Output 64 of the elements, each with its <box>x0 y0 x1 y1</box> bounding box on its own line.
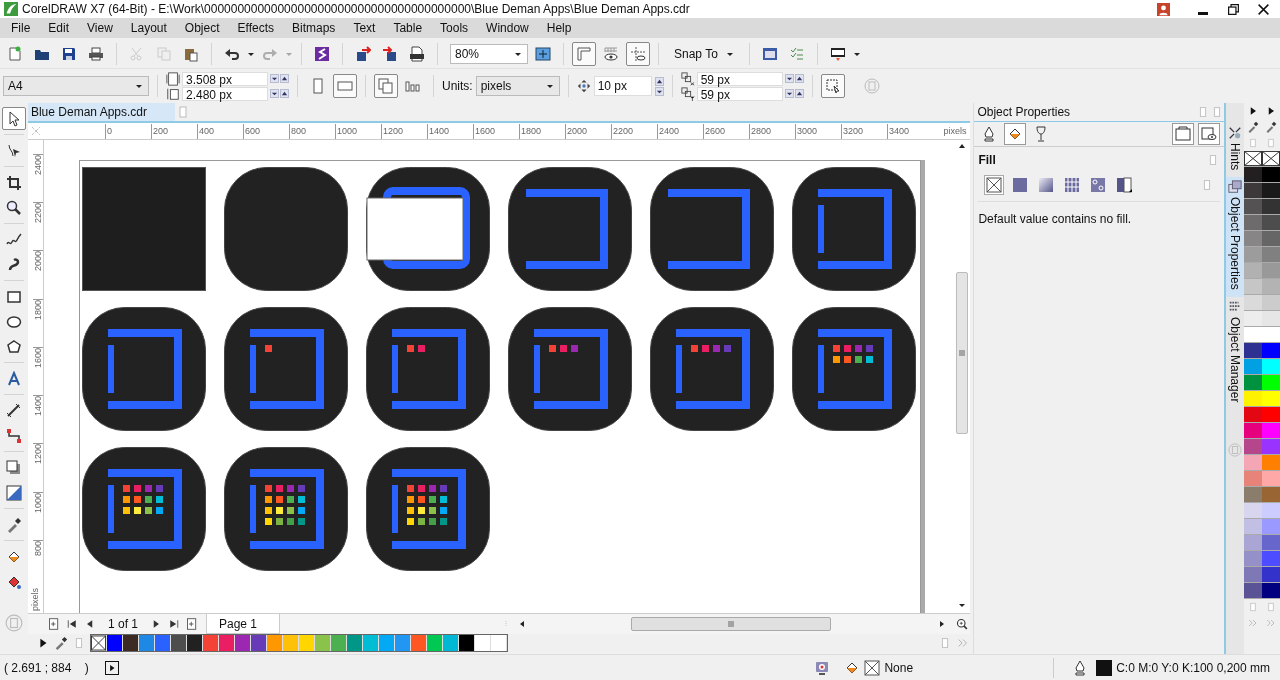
document-tab[interactable]: Blue Deman Apps.cdr <box>27 103 175 121</box>
docker-tab[interactable]: Object Properties <box>1226 177 1244 298</box>
ruler-label: 1000 <box>334 124 381 139</box>
menu-item[interactable]: Text <box>344 19 385 37</box>
width-field[interactable]: 3.508 px <box>182 71 268 86</box>
menu-item[interactable]: Bitmaps <box>283 19 345 37</box>
menu-item[interactable]: Object <box>175 19 229 37</box>
fill-message: Default value contains no fill. <box>977 211 1133 228</box>
page-tab[interactable]: Page 1 <box>206 614 281 634</box>
height-field[interactable]: 2.480 px <box>182 86 268 101</box>
menu-item[interactable]: File <box>2 19 40 37</box>
menu-item[interactable]: Tools <box>431 19 478 37</box>
nudge-field[interactable]: 10 px <box>593 76 652 96</box>
menu-item[interactable]: Help <box>537 19 581 37</box>
page-size-combo[interactable]: A4 <box>3 76 149 96</box>
ruler-label: 2000 <box>33 251 44 272</box>
menu-item[interactable]: Edit <box>39 19 79 37</box>
ruler-label: 600 <box>242 124 289 139</box>
ruler-label: 1200 <box>33 444 44 465</box>
ruler-label: 200 <box>150 124 197 139</box>
units-label: Units: <box>442 79 473 93</box>
ruler-label: 2400 <box>656 124 703 139</box>
ruler-label: 2200 <box>610 124 657 139</box>
ruler-label: 1200 <box>380 124 427 139</box>
ruler-label: 1800 <box>33 299 44 320</box>
outline-status: C:0 M:0 Y:0 K:100 0,200 mm <box>1116 660 1270 675</box>
ruler-label: 1400 <box>33 396 44 417</box>
ruler-label: 2400 <box>33 155 44 176</box>
menu-item[interactable]: Window <box>477 19 538 37</box>
ruler-label: 400 <box>196 124 243 139</box>
docker-tab[interactable]: Object Manager <box>1226 297 1244 410</box>
ruler-label: 1800 <box>518 124 565 139</box>
menu-item[interactable]: View <box>78 19 122 37</box>
ruler-label: 0 <box>104 124 151 139</box>
ruler-label: 1000 <box>33 492 44 513</box>
ruler-label: 2000 <box>564 124 611 139</box>
ruler-label: 3400 <box>886 124 933 139</box>
ruler-label: 2600 <box>702 124 749 139</box>
ruler-label: 800 <box>288 124 335 139</box>
ruler-unit: pixels <box>943 125 967 138</box>
fill-status: None <box>884 660 914 675</box>
duplicate-y-field[interactable]: 59 px <box>696 86 783 101</box>
ruler-label: 1400 <box>426 124 473 139</box>
duplicate-x-field[interactable]: 59 px <box>696 71 783 86</box>
ruler-label: 3200 <box>840 124 887 139</box>
ruler-label: 3000 <box>794 124 841 139</box>
section-heading: Fill <box>978 153 996 167</box>
ruler-label: 1600 <box>33 347 44 368</box>
units-combo[interactable]: pixels <box>475 76 560 96</box>
menu-item[interactable]: Layout <box>121 19 176 37</box>
ruler-label: 2800 <box>748 124 795 139</box>
menu-item[interactable]: Effects <box>228 19 283 37</box>
cursor-coordinates: ( 2.691 ; 884 ) <box>4 660 89 675</box>
window-title: CorelDRAW X7 (64-Bit) - E:\Work\0000000000000000000000000000000000000000\Blue Deman Apps\Blue Deman Apps.cdr <box>22 2 690 16</box>
ruler-label: 800 <box>33 540 44 556</box>
docker-title: Object Properties <box>977 105 1071 119</box>
snap-to-button[interactable]: Snap To <box>667 42 741 66</box>
ruler-label: 1600 <box>472 124 519 139</box>
ruler-unit: pixels <box>30 587 41 611</box>
ruler-label: 2200 <box>33 203 44 224</box>
menu-item[interactable]: Table <box>384 19 432 37</box>
page-position: 1 of 1 <box>106 617 139 631</box>
zoom-combo[interactable]: 80% <box>450 44 528 64</box>
docker-tab[interactable]: Hints <box>1226 123 1244 178</box>
